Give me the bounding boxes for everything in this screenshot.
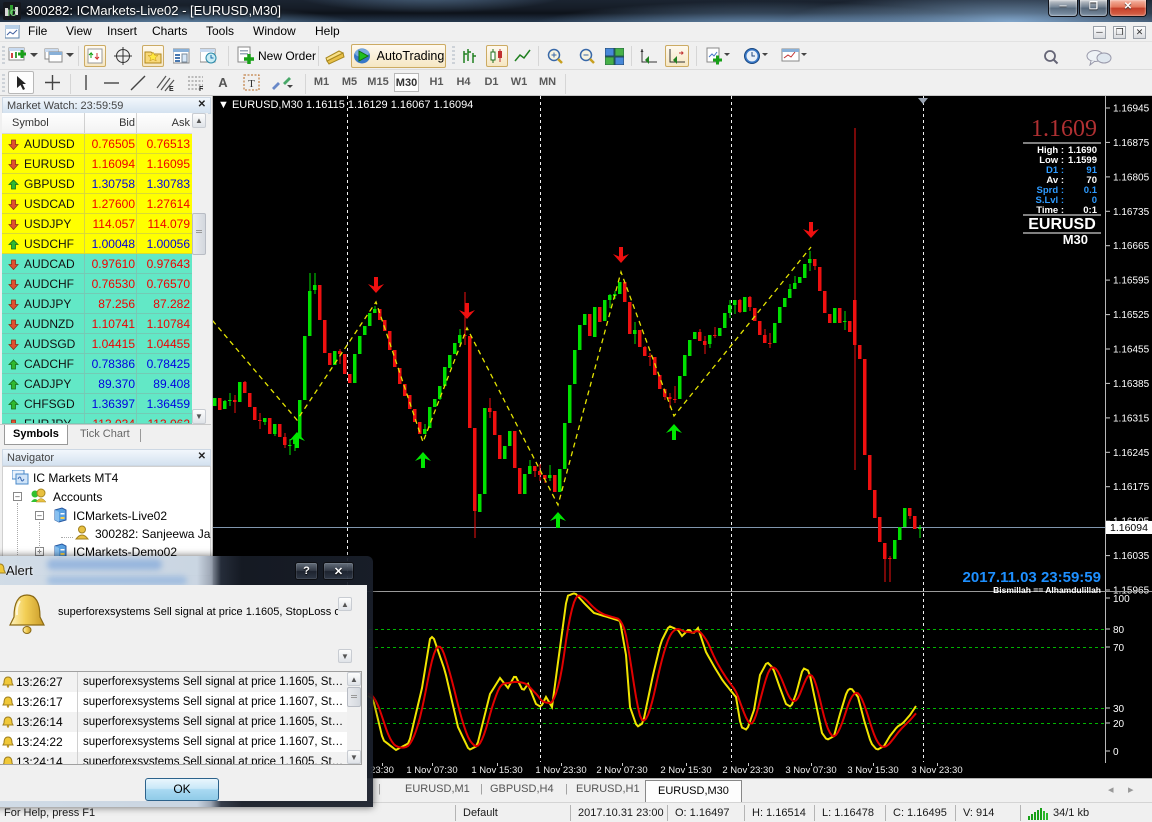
svg-text:1.16595: 1.16595 <box>1113 276 1150 287</box>
svg-text:30: 30 <box>1113 704 1125 715</box>
svg-text:1.16455: 1.16455 <box>1113 345 1150 356</box>
svg-text:IC: IC <box>8 8 18 18</box>
svg-text:1.16245: 1.16245 <box>1113 448 1150 459</box>
svg-text:0: 0 <box>1113 747 1119 758</box>
svg-text:100: 100 <box>1113 594 1130 605</box>
svg-text:M30: M30 <box>1063 232 1088 247</box>
svg-text:20: 20 <box>1113 719 1125 730</box>
svg-text:2017.11.03 23:59:59: 2017.11.03 23:59:59 <box>963 569 1101 586</box>
svg-text:1.1609: 1.1609 <box>1031 116 1097 142</box>
svg-text:1.16805: 1.16805 <box>1113 172 1150 183</box>
svg-text:▼ EURUSD,M30 1.16115 1.16129: ▼ EURUSD,M30 1.16115 1.16129 1.16067 1.1… <box>218 99 473 111</box>
svg-text:1.16175: 1.16175 <box>1113 482 1150 493</box>
svg-text:70: 70 <box>1113 643 1125 654</box>
svg-text:1.16525: 1.16525 <box>1113 310 1150 321</box>
svg-text:1.16945: 1.16945 <box>1113 104 1150 115</box>
svg-text:Time :: Time : <box>1036 205 1064 216</box>
svg-text:80: 80 <box>1113 625 1125 636</box>
svg-text:0:1: 0:1 <box>1083 205 1097 216</box>
svg-text:1.16735: 1.16735 <box>1113 207 1150 218</box>
svg-text:1.16035: 1.16035 <box>1113 551 1150 562</box>
svg-text:1.16665: 1.16665 <box>1113 241 1150 252</box>
svg-text:1.16094: 1.16094 <box>1110 522 1148 534</box>
svg-text:1.16385: 1.16385 <box>1113 379 1150 390</box>
svg-text:Bismillah == Alhamdulillah: Bismillah == Alhamdulillah <box>993 585 1101 595</box>
svg-text:E: E <box>169 86 174 92</box>
svg-text:1.16875: 1.16875 <box>1113 138 1150 149</box>
svg-text:EURUSD: EURUSD <box>1028 216 1096 233</box>
svg-text:1.16315: 1.16315 <box>1113 413 1150 424</box>
svg-text:T: T <box>248 78 255 90</box>
svg-text:F: F <box>199 86 204 92</box>
